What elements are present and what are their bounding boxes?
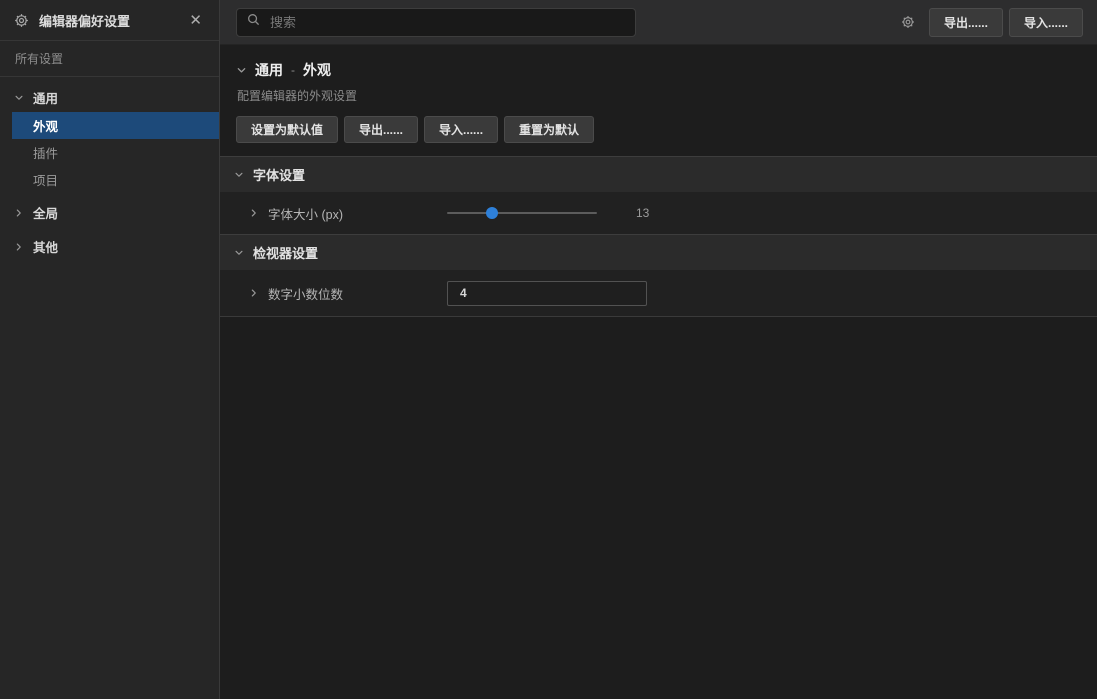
decimal-places-input[interactable] <box>447 281 647 306</box>
breadcrumb-group: 通用 <box>255 60 283 80</box>
section-font-settings: 字体设置 字体大小 (px) 1 <box>220 156 1097 234</box>
section-rows: 数字小数位数 <box>220 270 1097 317</box>
export-settings-button[interactable]: 导出...... <box>344 116 418 143</box>
settings-tree: 通用 外观 插件 项目 全局 <box>0 77 219 261</box>
chevron-down-icon <box>236 65 247 76</box>
setting-label: 字体大小 (px) <box>268 204 343 223</box>
settings-content: 通用 - 外观 配置编辑器的外观设置 设置为默认值 导出...... 导入...… <box>220 45 1097 699</box>
top-toolbar: 导出...... 导入...... <box>220 0 1097 45</box>
tree-group-label: 其他 <box>33 237 58 256</box>
chevron-down-icon <box>234 248 244 258</box>
tree-item-label: 插件 <box>33 143 58 162</box>
sidebar-header: 编辑器偏好设置 ✕ <box>0 0 219 41</box>
section-header-font[interactable]: 字体设置 <box>220 156 1097 192</box>
chevron-down-icon <box>234 170 244 180</box>
search-box[interactable] <box>236 8 636 37</box>
chevron-right-icon <box>14 208 24 218</box>
page-title: 外观 <box>303 60 331 80</box>
breadcrumb[interactable]: 通用 - 外观 <box>236 60 1081 80</box>
chevron-right-icon <box>249 208 259 218</box>
page-header: 通用 - 外观 配置编辑器的外观设置 设置为默认值 导出...... 导入...… <box>220 45 1097 156</box>
page-subtitle: 配置编辑器的外观设置 <box>236 87 1081 104</box>
setting-label-wrap[interactable]: 数字小数位数 <box>220 284 447 303</box>
breadcrumb-separator: - <box>291 63 295 77</box>
tree-item-label: 外观 <box>33 116 58 135</box>
sidebar-item-global[interactable]: 全局 <box>0 198 219 227</box>
close-icon[interactable]: ✕ <box>186 11 205 30</box>
import-button[interactable]: 导入...... <box>1009 8 1083 37</box>
chevron-down-icon <box>14 93 24 103</box>
font-size-slider[interactable] <box>447 206 597 220</box>
section-inspector-settings: 检视器设置 数字小数位数 <box>220 234 1097 317</box>
section-rows: 字体大小 (px) 13 <box>220 192 1097 234</box>
tree-group-label: 通用 <box>33 88 58 107</box>
reset-default-button[interactable]: 重置为默认 <box>504 116 594 143</box>
setting-row-decimal-places: 数字小数位数 <box>220 270 1097 316</box>
section-header-inspector[interactable]: 检视器设置 <box>220 234 1097 270</box>
search-icon <box>247 13 260 31</box>
setting-label: 数字小数位数 <box>268 284 343 303</box>
gear-icon <box>14 13 29 28</box>
all-settings-label: 所有设置 <box>15 50 63 67</box>
settings-gear-icon[interactable] <box>901 15 915 29</box>
sidebar-item-other[interactable]: 其他 <box>0 232 219 261</box>
slider-track[interactable] <box>447 212 597 214</box>
main-panel: 导出...... 导入...... 通用 - 外观 配置编辑器的外观设置 设置为… <box>220 0 1097 699</box>
chevron-right-icon <box>14 242 24 252</box>
tree-group-label: 全局 <box>33 203 58 222</box>
sidebar-item-plugins[interactable]: 插件 <box>0 139 219 166</box>
chevron-right-icon <box>249 288 259 298</box>
sidebar-item-all-settings[interactable]: 所有设置 <box>0 41 219 77</box>
window-title: 编辑器偏好设置 <box>39 11 186 30</box>
page-actions: 设置为默认值 导出...... 导入...... 重置为默认 <box>236 116 1081 143</box>
section-title: 字体设置 <box>253 165 305 184</box>
set-default-button[interactable]: 设置为默认值 <box>236 116 338 143</box>
setting-row-font-size: 字体大小 (px) 13 <box>220 192 1097 234</box>
preferences-window: 编辑器偏好设置 ✕ 所有设置 通用 外观 插件 项目 <box>0 0 1097 699</box>
font-size-value: 13 <box>636 206 649 220</box>
sidebar-item-project[interactable]: 项目 <box>0 166 219 193</box>
setting-label-wrap[interactable]: 字体大小 (px) <box>220 204 447 223</box>
export-button[interactable]: 导出...... <box>929 8 1003 37</box>
search-input[interactable] <box>268 14 625 31</box>
tree-item-label: 项目 <box>33 170 58 189</box>
section-title: 检视器设置 <box>253 243 318 262</box>
sidebar-item-appearance[interactable]: 外观 <box>12 112 219 139</box>
slider-thumb[interactable] <box>486 207 498 219</box>
sidebar-item-general[interactable]: 通用 <box>0 83 219 112</box>
sidebar: 编辑器偏好设置 ✕ 所有设置 通用 外观 插件 项目 <box>0 0 220 699</box>
import-settings-button[interactable]: 导入...... <box>424 116 498 143</box>
